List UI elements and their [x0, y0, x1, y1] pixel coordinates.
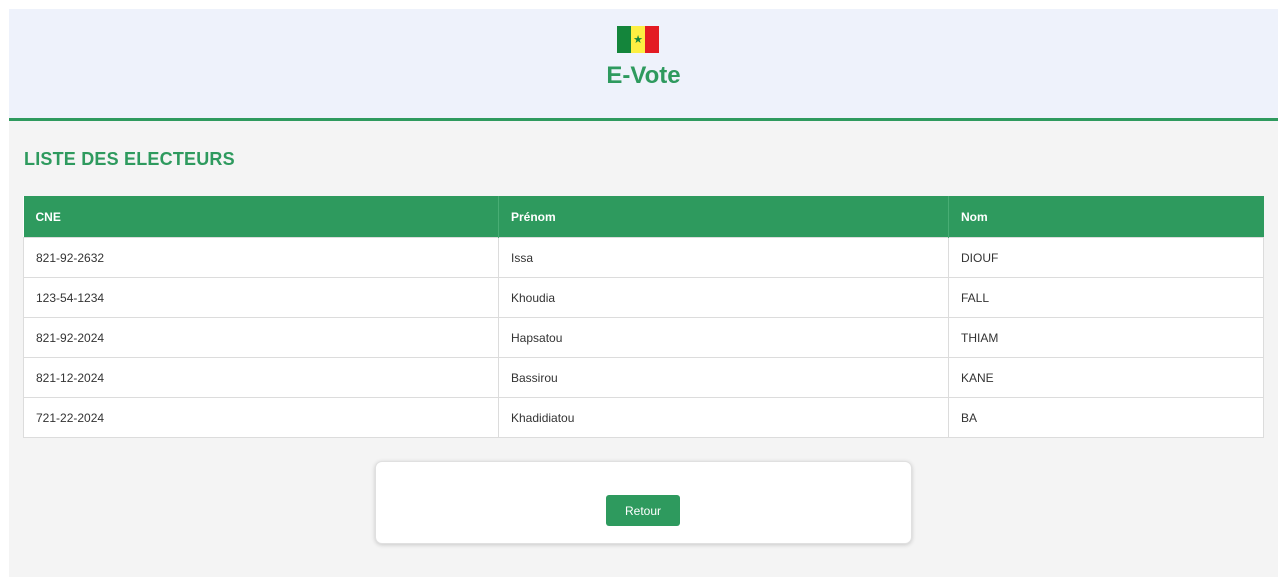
column-header-nom: Nom — [948, 196, 1264, 238]
column-header-cne: CNE — [23, 196, 499, 238]
cell-prenom: Khadidiatou — [498, 397, 949, 438]
cell-cne: 821-92-2632 — [23, 237, 499, 278]
cell-nom: BA — [948, 397, 1264, 438]
table-row: 821-92-2024 Hapsatou THIAM — [23, 317, 1264, 358]
app-title: E-Vote — [606, 62, 681, 89]
voters-table: CNE Prénom Nom 821-92-2632 Issa DIOUF 12… — [23, 196, 1264, 438]
cell-cne: 721-22-2024 — [23, 397, 499, 438]
cell-nom: FALL — [948, 277, 1264, 318]
senegal-flag-icon: ★ — [617, 26, 659, 53]
table-header-row: CNE Prénom Nom — [23, 196, 1264, 238]
page-title: LISTE DES ELECTEURS — [24, 149, 235, 169]
cell-prenom: Bassirou — [498, 357, 949, 398]
table-row: 821-92-2632 Issa DIOUF — [23, 237, 1264, 278]
cell-prenom: Khoudia — [498, 277, 949, 318]
cell-cne: 821-92-2024 — [23, 317, 499, 358]
cell-prenom: Issa — [498, 237, 949, 278]
back-button[interactable]: Retour — [606, 495, 680, 526]
cell-prenom: Hapsatou — [498, 317, 949, 358]
table-row: 721-22-2024 Khadidiatou BA — [23, 397, 1264, 438]
flag-band-green — [617, 26, 631, 53]
app-header: ★ E-Vote — [9, 9, 1278, 121]
cell-nom: KANE — [948, 357, 1264, 398]
flag-star-icon: ★ — [633, 33, 643, 46]
column-header-prenom: Prénom — [498, 196, 949, 238]
flag-band-yellow: ★ — [631, 26, 645, 53]
cell-nom: THIAM — [948, 317, 1264, 358]
table-row: 123-54-1234 Khoudia FALL — [23, 277, 1264, 318]
actions-card: Retour — [375, 461, 912, 544]
cell-nom: DIOUF — [948, 237, 1264, 278]
flag-band-red — [645, 26, 659, 53]
cell-cne: 123-54-1234 — [23, 277, 499, 318]
cell-cne: 821-12-2024 — [23, 357, 499, 398]
page: ★ E-Vote LISTE DES ELECTEURS CNE Prénom … — [9, 9, 1278, 577]
table-row: 821-12-2024 Bassirou KANE — [23, 357, 1264, 398]
